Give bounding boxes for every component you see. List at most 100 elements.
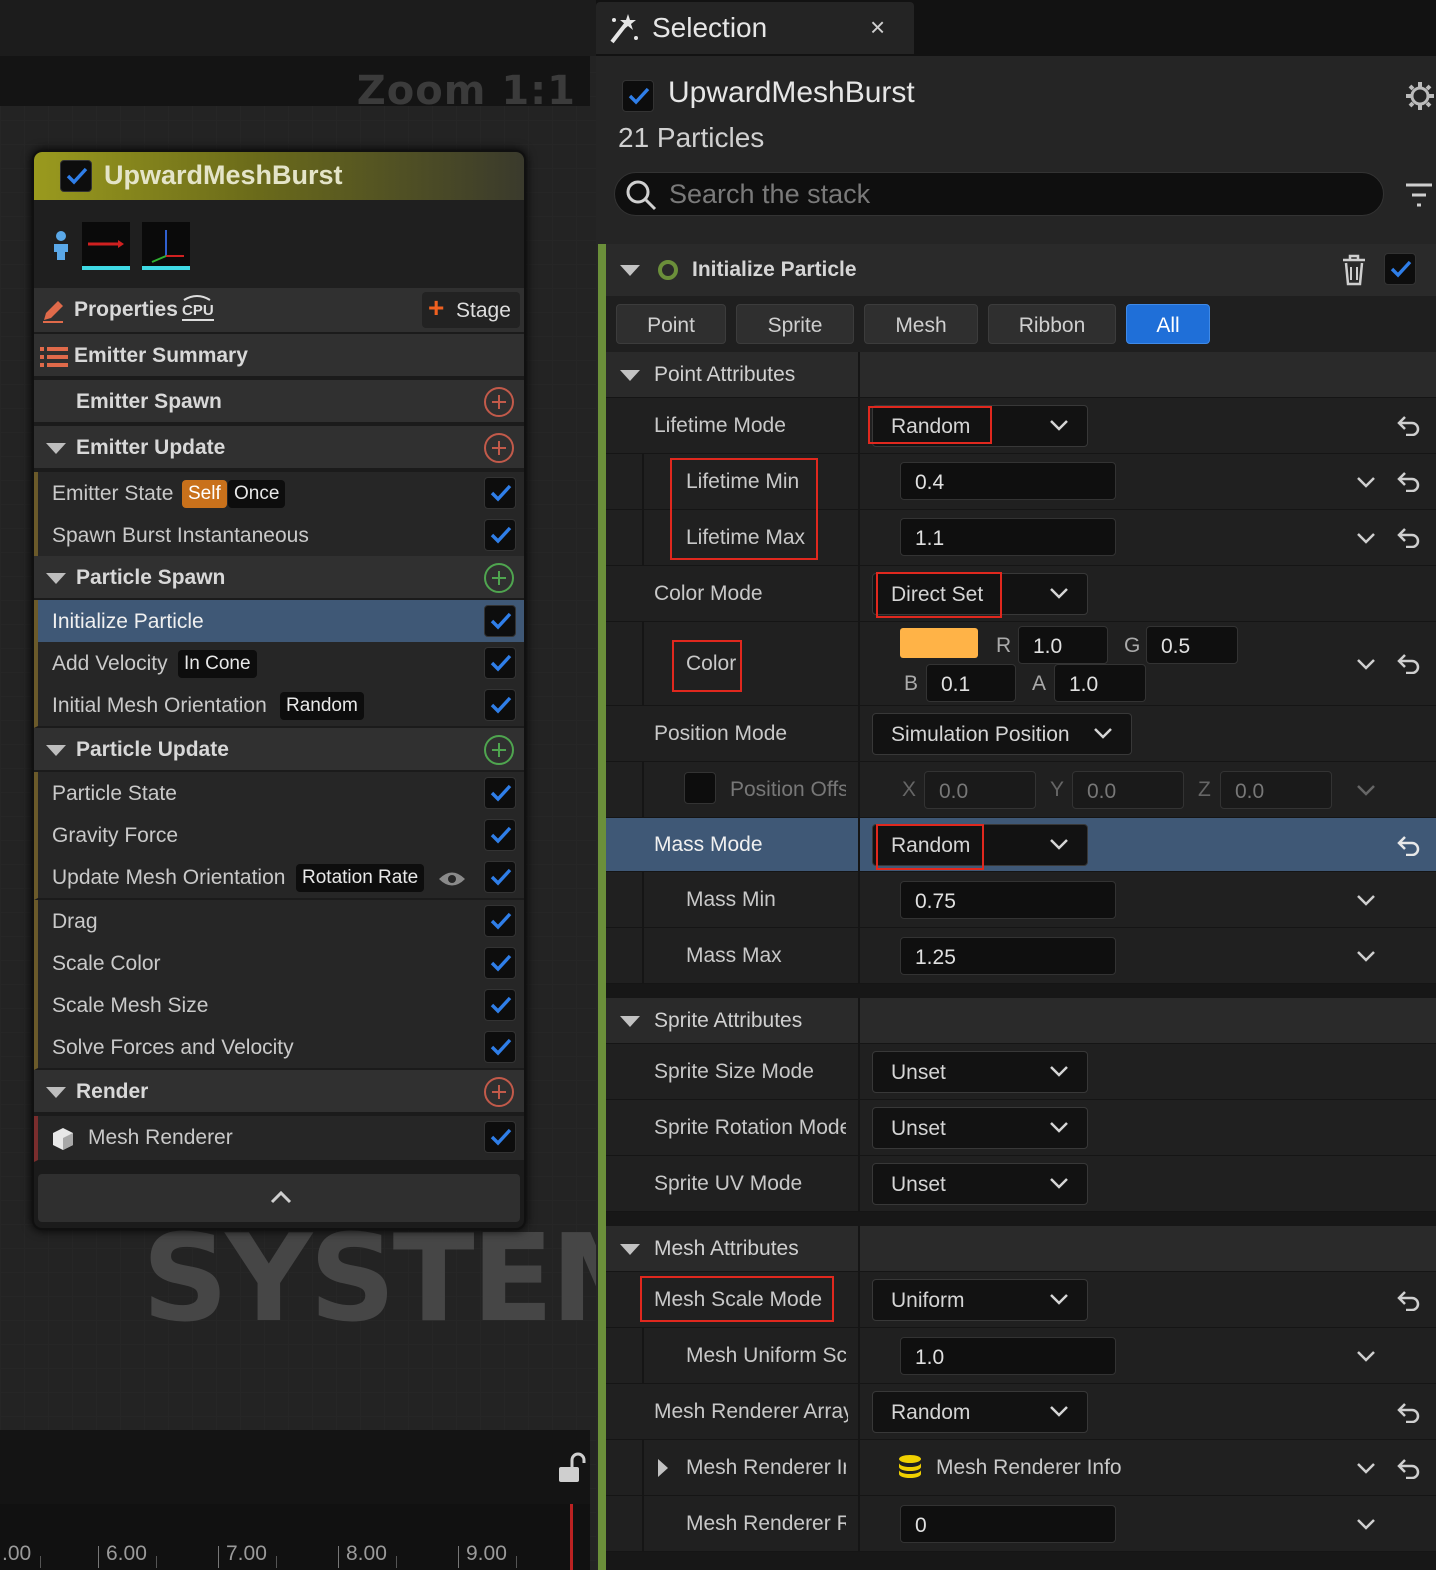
chevron-down-icon[interactable] (1356, 1349, 1376, 1363)
color-swatch[interactable] (900, 628, 978, 658)
collapse-triangle-icon[interactable] (46, 573, 66, 584)
unlock-icon[interactable] (556, 1452, 586, 1484)
color-g-input[interactable]: 0.5 (1146, 626, 1238, 664)
module-enabled-checkbox[interactable] (484, 1121, 516, 1153)
emitter-node-header[interactable]: UpwardMeshBurst (34, 152, 524, 200)
properties-row[interactable]: Properties CPU + Stage (34, 288, 524, 334)
collapse-triangle-icon[interactable] (46, 745, 66, 756)
add-module-icon[interactable] (484, 387, 514, 417)
chevron-down-icon[interactable] (1356, 657, 1376, 671)
module-particle-state[interactable]: Particle State (34, 772, 524, 816)
param-sprite-size-mode[interactable]: Sprite Size Mode Unset (606, 1044, 1436, 1100)
param-mass-min[interactable]: Mass Min 0.75 (606, 872, 1436, 928)
sprite-rotation-mode-dropdown[interactable]: Unset (872, 1107, 1088, 1149)
module-update-mesh-orientation[interactable]: Update Mesh Orientation Rotation Rate (34, 856, 524, 900)
emitter-enabled-checkbox[interactable] (60, 160, 92, 192)
mass-min-input[interactable]: 0.75 (900, 881, 1116, 919)
filter-tab-sprite[interactable]: Sprite (736, 304, 854, 344)
module-initialize-particle[interactable]: Initialize Particle (34, 600, 524, 644)
param-mesh-uniform-scale[interactable]: Mesh Uniform Sc 1.0 (606, 1328, 1436, 1384)
color-a-input[interactable]: 1.0 (1054, 664, 1146, 702)
sprite-thumbnail[interactable] (82, 222, 130, 270)
module-solve-forces[interactable]: Solve Forces and Velocity (34, 1026, 524, 1070)
eye-icon[interactable] (438, 870, 466, 888)
param-mass-mode[interactable]: Mass Mode Random (606, 818, 1436, 872)
collapse-triangle-icon[interactable] (46, 443, 66, 454)
param-lifetime-max[interactable]: Lifetime Max 1.1 (606, 510, 1436, 566)
reset-icon[interactable] (1396, 414, 1422, 436)
module-gravity-force[interactable]: Gravity Force (34, 814, 524, 858)
param-position-mode[interactable]: Position Mode Simulation Position (606, 706, 1436, 762)
module-scale-mesh-size[interactable]: Scale Mesh Size (34, 984, 524, 1028)
module-enabled-checkbox[interactable] (484, 861, 516, 893)
collapse-triangle-icon[interactable] (620, 265, 640, 276)
module-enabled-checkbox[interactable] (484, 1031, 516, 1063)
module-enabled-checkbox[interactable] (1384, 253, 1416, 285)
reset-icon[interactable] (1396, 470, 1422, 492)
param-lifetime-min[interactable]: Lifetime Min 0.4 (606, 454, 1436, 510)
add-stage-button[interactable]: + Stage (422, 292, 520, 328)
mass-max-input[interactable]: 1.25 (900, 937, 1116, 975)
param-mesh-renderer-r[interactable]: Mesh Renderer R 0 (606, 1496, 1436, 1552)
mesh-scale-mode-dropdown[interactable]: Uniform (872, 1279, 1088, 1321)
param-mesh-renderer-array[interactable]: Mesh Renderer Array Random (606, 1384, 1436, 1440)
param-sprite-uv-mode[interactable]: Sprite UV Mode Unset (606, 1156, 1436, 1212)
color-b-input[interactable]: 0.1 (926, 664, 1016, 702)
sprite-uv-mode-dropdown[interactable]: Unset (872, 1163, 1088, 1205)
module-header[interactable]: Initialize Particle (606, 244, 1436, 296)
module-enabled-checkbox[interactable] (484, 819, 516, 851)
param-lifetime-mode[interactable]: Lifetime Mode Random (606, 398, 1436, 454)
reset-icon[interactable] (1396, 1457, 1422, 1479)
collapse-triangle-icon[interactable] (46, 1087, 66, 1098)
reset-icon[interactable] (1396, 834, 1422, 856)
module-enabled-checkbox[interactable] (484, 605, 516, 637)
position-offset-x-input[interactable]: 0.0 (924, 771, 1036, 809)
system-graph[interactable]: Zoom 1:1 SYSTEM UpwardMeshBurst Properti… (0, 0, 596, 1570)
param-sprite-rotation-mode[interactable]: Sprite Rotation Mode Unset (606, 1100, 1436, 1156)
axes-thumbnail[interactable] (142, 222, 190, 270)
sprite-size-mode-dropdown[interactable]: Unset (872, 1051, 1088, 1093)
category-point-attributes[interactable]: Point Attributes (606, 352, 1436, 398)
module-scale-color[interactable]: Scale Color (34, 942, 524, 986)
filter-tab-mesh[interactable]: Mesh (864, 304, 978, 344)
category-mesh-attributes[interactable]: Mesh Attributes (606, 1226, 1436, 1272)
playhead[interactable] (570, 1504, 573, 1570)
position-mode-dropdown[interactable]: Simulation Position (872, 713, 1132, 755)
module-add-velocity[interactable]: Add Velocity In Cone (34, 642, 524, 686)
mesh-renderer-r-input[interactable]: 0 (900, 1505, 1116, 1543)
chevron-down-icon[interactable] (1356, 531, 1376, 545)
render-row[interactable]: Render (34, 1070, 524, 1114)
module-enabled-checkbox[interactable] (484, 477, 516, 509)
collapse-node-button[interactable] (38, 1174, 520, 1222)
add-module-icon[interactable] (484, 433, 514, 463)
mesh-renderer-array-dropdown[interactable]: Random (872, 1391, 1088, 1433)
add-module-icon[interactable] (484, 735, 514, 765)
mesh-uniform-scale-input[interactable]: 1.0 (900, 1337, 1116, 1375)
filter-tab-all[interactable]: All (1126, 304, 1210, 344)
module-mesh-renderer[interactable]: Mesh Renderer (34, 1116, 524, 1162)
search-box[interactable] (614, 172, 1384, 216)
color-mode-dropdown[interactable]: Direct Set (872, 573, 1088, 615)
param-position-offset[interactable]: Position Offs X 0.0 Y 0.0 Z 0.0 (606, 762, 1436, 818)
emitter-enabled-checkbox[interactable] (622, 80, 654, 112)
search-input[interactable] (669, 177, 1369, 211)
close-icon[interactable]: × (870, 12, 885, 43)
module-enabled-checkbox[interactable] (484, 989, 516, 1021)
chevron-down-icon[interactable] (1356, 893, 1376, 907)
param-color[interactable]: Color R 1.0 G 0.5 B 0.1 A 1.0 (606, 622, 1436, 706)
tab-selection[interactable]: Selection × (596, 2, 914, 54)
chevron-down-icon[interactable] (1356, 1461, 1376, 1475)
position-offset-y-input[interactable]: 0.0 (1072, 771, 1184, 809)
collapse-triangle-icon[interactable] (620, 1016, 640, 1027)
timeline[interactable]: .00 6.00 7.00 8.00 9.00 (0, 1504, 590, 1570)
gear-icon[interactable] (1404, 80, 1436, 112)
mass-mode-dropdown[interactable]: Random (872, 824, 1088, 866)
module-enabled-checkbox[interactable] (484, 947, 516, 979)
collapse-triangle-icon[interactable] (620, 370, 640, 381)
position-offset-checkbox[interactable] (684, 772, 716, 804)
param-color-mode[interactable]: Color Mode Direct Set (606, 566, 1436, 622)
expand-triangle-icon[interactable] (656, 1458, 670, 1478)
reset-icon[interactable] (1396, 526, 1422, 548)
module-enabled-checkbox[interactable] (484, 519, 516, 551)
chevron-down-icon[interactable] (1356, 949, 1376, 963)
